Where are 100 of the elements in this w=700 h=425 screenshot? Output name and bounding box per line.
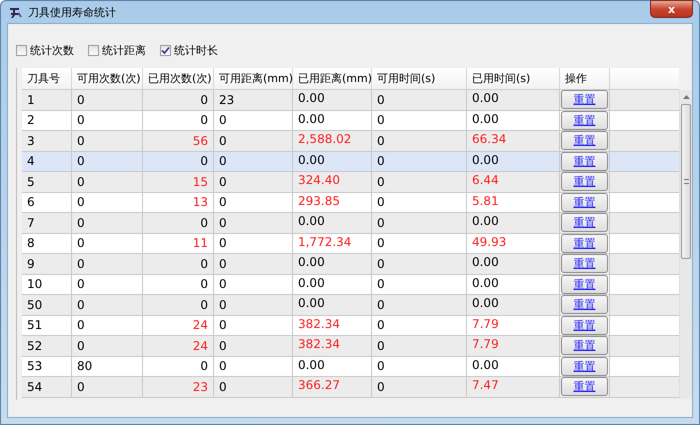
reset-button[interactable]: 重置 <box>560 295 608 314</box>
reset-button[interactable]: 重置 <box>560 336 608 356</box>
table-cell: 0 <box>372 213 467 232</box>
table-cell: 49.93 <box>466 234 560 253</box>
reset-button[interactable]: 重置 <box>560 274 608 294</box>
reset-button[interactable]: 重置 <box>560 131 608 150</box>
table-cell: 0 <box>72 316 143 335</box>
table-cell: 0 <box>214 152 293 171</box>
table-cell: 52 <box>22 336 72 356</box>
reset-button[interactable]: 重置 <box>560 316 608 335</box>
table-cell: 0 <box>372 356 467 376</box>
table-cell: 0 <box>72 336 143 356</box>
reset-button[interactable]: 重置 <box>560 192 608 212</box>
table-cell: 0 <box>72 377 143 396</box>
scroll-thumb[interactable] <box>681 104 692 259</box>
table-cell: 0 <box>142 254 214 274</box>
table-cell: 7.79 <box>466 336 560 356</box>
table-cell: 0 <box>214 110 293 130</box>
table-cell: 13 <box>142 192 214 212</box>
table-cell: 293.85 <box>292 192 372 212</box>
reset-button[interactable]: 重置 <box>560 90 608 110</box>
table-cell: 9 <box>22 254 72 274</box>
table-cell: 0 <box>72 234 143 253</box>
column-header[interactable]: 可用次数(次) <box>72 68 143 89</box>
table-cell: 0 <box>372 131 467 150</box>
table-cell: 7 <box>22 213 72 232</box>
table-cell: 1,772.34 <box>292 234 372 253</box>
table-cell: 0 <box>72 192 143 212</box>
table-cell: 6.44 <box>466 172 560 192</box>
table-cell: 10 <box>22 274 72 294</box>
table-cell: 0 <box>372 152 467 171</box>
table-cell: 0.00 <box>292 274 372 294</box>
column-header[interactable]: 可用时间(s) <box>372 68 467 89</box>
table-cell: 15 <box>142 172 214 192</box>
table-cell: 0 <box>214 377 293 396</box>
app-icon <box>9 5 23 19</box>
table-cell: 0 <box>214 336 293 356</box>
table-cell: 4 <box>22 152 72 171</box>
table-cell: 0.00 <box>292 90 372 110</box>
table-cell: 0 <box>214 254 293 274</box>
column-header[interactable]: 可用距离(mm) <box>214 68 293 89</box>
table-cell: 8 <box>22 234 72 253</box>
reset-button[interactable]: 重置 <box>560 110 608 130</box>
table-cell: 6 <box>22 192 72 212</box>
checkbox-option[interactable]: 统计距离 <box>88 43 146 58</box>
table-cell: 0.00 <box>292 254 372 274</box>
table-cell: 0.00 <box>466 152 560 171</box>
table-cell: 0 <box>214 356 293 376</box>
table-cell: 0.00 <box>466 274 560 294</box>
table-cell: 382.34 <box>292 336 372 356</box>
table-cell: 0 <box>142 213 214 232</box>
table-cell: 56 <box>142 131 214 150</box>
table-cell: 366.27 <box>292 377 372 396</box>
checkmark-icon <box>161 46 170 55</box>
reset-button[interactable]: 重置 <box>560 152 608 171</box>
table-cell: 0 <box>372 192 467 212</box>
table-cell: 0 <box>72 110 143 130</box>
window-title: 刀具使用寿命统计 <box>28 4 116 20</box>
table-cell: 0 <box>214 172 293 192</box>
table-cell: 0.00 <box>292 110 372 130</box>
table-cell: 0 <box>372 254 467 274</box>
table-cell: 3 <box>22 131 72 150</box>
reset-button[interactable]: 重置 <box>560 356 608 376</box>
table-cell: 0 <box>214 295 293 314</box>
table-cell: 0 <box>72 152 143 171</box>
scrollbar[interactable] <box>679 90 692 399</box>
column-header[interactable]: 已用时间(s) <box>466 68 560 89</box>
table-cell: 0 <box>372 110 467 130</box>
table-cell: 0 <box>142 90 214 110</box>
column-header[interactable]: 操作 <box>560 68 610 89</box>
checkbox-option[interactable]: 统计次数 <box>16 43 74 58</box>
table-cell: 0.00 <box>292 356 372 376</box>
table-cell: 0.00 <box>466 295 560 314</box>
reset-button[interactable]: 重置 <box>560 234 608 253</box>
table-cell: 5.81 <box>466 192 560 212</box>
table-cell: 0 <box>372 274 467 294</box>
table-cell: 0 <box>214 316 293 335</box>
table-cell: 0 <box>214 192 293 212</box>
table-cell: 0 <box>214 131 293 150</box>
table-cell: 0 <box>372 316 467 335</box>
table-cell: 53 <box>22 356 72 376</box>
column-header[interactable]: 已用距离(mm) <box>292 68 372 89</box>
reset-button[interactable]: 重置 <box>560 254 608 274</box>
table-cell: 0 <box>72 172 143 192</box>
reset-button[interactable]: 重置 <box>560 213 608 232</box>
table-cell: 7.79 <box>466 316 560 335</box>
table-cell: 2 <box>22 110 72 130</box>
table-cell: 0 <box>72 295 143 314</box>
table-cell: 0 <box>142 274 214 294</box>
scroll-up-icon[interactable] <box>682 95 690 99</box>
table-cell: 0 <box>214 213 293 232</box>
reset-button[interactable]: 重置 <box>560 377 608 396</box>
close-button[interactable]: x <box>650 0 693 18</box>
checkbox-option[interactable]: 统计时长 <box>160 43 218 58</box>
table-cell: 2,588.02 <box>292 131 372 150</box>
column-header[interactable]: 刀具号 <box>22 68 72 89</box>
column-header[interactable]: 已用次数(次) <box>142 68 214 89</box>
table-cell: 24 <box>142 316 214 335</box>
table-cell: 1 <box>22 90 72 110</box>
reset-button[interactable]: 重置 <box>560 172 608 192</box>
